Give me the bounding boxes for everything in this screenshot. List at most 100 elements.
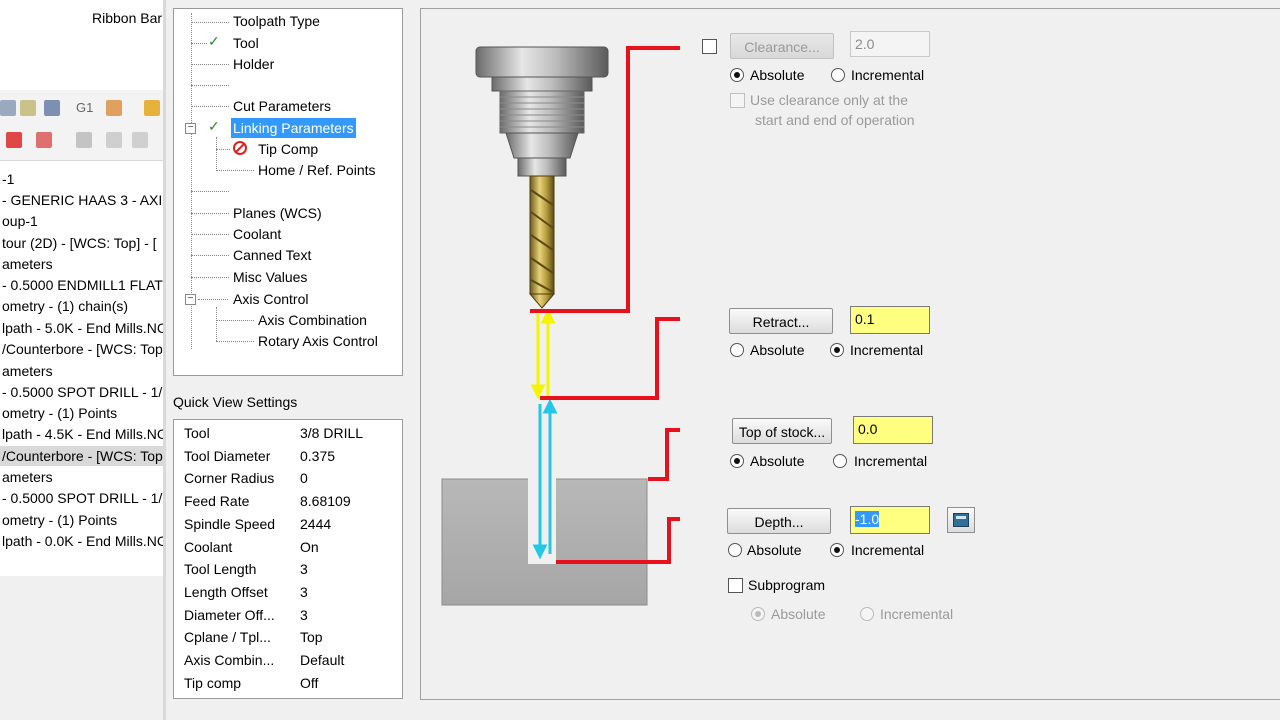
list-item[interactable]: ometry - (1) chain(s) — [0, 296, 163, 316]
depth-absolute-radio[interactable] — [728, 543, 742, 557]
qv-value: 3 — [300, 561, 308, 577]
qv-key: Tool Diameter — [184, 448, 271, 464]
tree-item-linking-parameters[interactable]: Linking Parameters — [231, 118, 356, 138]
tree-line — [191, 64, 229, 65]
tool-holder — [475, 46, 609, 177]
depth-input[interactable]: -1.0 — [850, 506, 930, 534]
toolbar-g1-icon[interactable]: G1 — [76, 100, 93, 115]
retract-absolute-radio[interactable] — [730, 343, 744, 357]
tree-item-axis-combination[interactable]: Axis Combination — [258, 310, 367, 330]
tree-item-tip-comp[interactable]: Tip Comp — [258, 139, 318, 159]
retract-incremental-radio[interactable] — [830, 343, 844, 357]
tree-line — [216, 137, 217, 169]
list-item[interactable]: ameters — [0, 361, 163, 381]
subprogram-absolute-radio[interactable] — [751, 607, 765, 621]
background-toolbar: G1 — [0, 90, 163, 161]
toolbar-red-left-icon[interactable] — [6, 132, 22, 148]
toolbar-sort-icon[interactable] — [36, 132, 52, 148]
tree-item-misc-values[interactable]: Misc Values — [233, 267, 307, 287]
tree-item-holder[interactable]: Holder — [233, 54, 274, 74]
quick-view-title: Quick View Settings — [173, 394, 298, 410]
toolbar-select-icon[interactable] — [76, 132, 92, 148]
qv-value: Top — [300, 629, 323, 645]
tree-item-home-ref-points[interactable]: Home / Ref. Points — [258, 160, 376, 180]
toolbar-tool-icon[interactable] — [0, 100, 16, 116]
clearance-button[interactable]: Clearance... — [730, 33, 834, 59]
tree-item-cut-parameters[interactable]: Cut Parameters — [233, 96, 331, 116]
prohibited-icon — [233, 141, 247, 155]
collapse-icon[interactable]: − — [185, 294, 196, 305]
tree-line — [191, 255, 229, 256]
toolbar-copy-icon[interactable] — [106, 132, 122, 148]
list-item[interactable]: oup-1 — [0, 211, 163, 231]
depth-input-value: -1.0 — [855, 511, 880, 527]
list-item[interactable]: lpath - 5.0K - End Mills.NC — [0, 318, 163, 338]
retract-button[interactable]: Retract... — [729, 308, 833, 334]
top-of-stock-button[interactable]: Top of stock... — [732, 418, 832, 444]
retract-incremental-label: Incremental — [850, 342, 924, 358]
tree-item-toolpath-type[interactable]: Toolpath Type — [233, 11, 320, 31]
clearance-incremental-radio[interactable] — [831, 68, 845, 82]
qv-value: 3/8 DRILL — [300, 425, 364, 441]
collapse-icon[interactable]: − — [185, 123, 196, 134]
list-item-selected[interactable]: /Counterbore - [WCS: Top — [0, 446, 163, 466]
tree-item-tool[interactable]: Tool — [233, 33, 259, 53]
tree-line — [191, 106, 229, 107]
qv-key: Axis Combin... — [184, 652, 275, 668]
tree-line — [191, 191, 229, 192]
qv-key: Diameter Off... — [184, 607, 275, 623]
toolbar-grid-icon[interactable] — [44, 100, 60, 116]
check-icon: ✓ — [208, 118, 220, 134]
clearance-absolute-radio[interactable] — [730, 68, 744, 82]
quick-view-table: Tool 3/8 DRILL Tool Diameter 0.375 Corne… — [173, 419, 403, 699]
retract-input[interactable]: 0.1 — [850, 306, 930, 334]
list-item[interactable]: /Counterbore - [WCS: Top — [0, 339, 163, 359]
depth-incremental-radio[interactable] — [830, 543, 844, 557]
subprogram-checkbox[interactable] — [728, 578, 743, 593]
depth-incremental-label: Incremental — [851, 542, 925, 558]
clearance-input[interactable]: 2.0 — [850, 31, 930, 57]
qv-key: Length Offset — [184, 584, 268, 600]
subprogram-incremental-radio[interactable] — [860, 607, 874, 621]
toolbar-pen-icon[interactable] — [144, 100, 160, 116]
list-item[interactable]: tour (2D) - [WCS: Top] - [ — [0, 233, 163, 253]
list-item[interactable]: - 0.5000 SPOT DRILL - 1/ — [0, 488, 163, 508]
list-item[interactable]: lpath - 4.5K - End Mills.NC — [0, 424, 163, 444]
list-item[interactable]: ometry - (1) Points — [0, 510, 163, 530]
list-item[interactable]: ameters — [0, 467, 163, 487]
list-item[interactable]: - GENERIC HAAS 3 - AXIS — [0, 190, 163, 210]
list-item[interactable]: - 0.5000 ENDMILL1 FLAT — [0, 275, 163, 295]
tree-item-coolant[interactable]: Coolant — [233, 224, 281, 244]
top-of-stock-absolute-radio[interactable] — [730, 454, 744, 468]
use-clearance-checkbox[interactable] — [730, 93, 745, 108]
tree-line — [191, 277, 229, 278]
toolbar-wrench-icon[interactable] — [20, 100, 36, 116]
top-of-stock-incremental-radio[interactable] — [833, 454, 847, 468]
qv-value: 3 — [300, 607, 308, 623]
subprogram-incremental-label: Incremental — [880, 606, 954, 622]
clearance-checkbox[interactable] — [702, 39, 717, 54]
list-item[interactable]: ameters — [0, 254, 163, 274]
qv-key: Tool — [184, 425, 210, 441]
list-item[interactable]: ometry - (1) Points — [0, 403, 163, 423]
list-item[interactable]: - 0.5000 SPOT DRILL - 1/ — [0, 382, 163, 402]
top-of-stock-input[interactable]: 0.0 — [853, 416, 933, 444]
stock-block — [441, 476, 648, 606]
tree-item-axis-control[interactable]: Axis Control — [233, 289, 308, 309]
clearance-absolute-label: Absolute — [750, 67, 805, 83]
calculator-button[interactable] — [947, 507, 975, 533]
qv-value: 2444 — [300, 516, 332, 532]
use-clearance-label-line2: start and end of operation — [755, 112, 915, 128]
toolbar-step-icon[interactable] — [132, 132, 148, 148]
top-of-stock-incremental-label: Incremental — [854, 453, 928, 469]
tree-line — [198, 299, 228, 300]
depth-button[interactable]: Depth... — [727, 508, 831, 534]
list-item[interactable]: -1 — [0, 169, 163, 189]
tree-item-canned-text[interactable]: Canned Text — [233, 245, 311, 265]
toolbar-arrow-icon[interactable] — [106, 100, 122, 116]
tree-item-rotary-axis-control[interactable]: Rotary Axis Control — [258, 331, 378, 351]
tree-item-planes[interactable]: Planes (WCS) — [233, 203, 322, 223]
qv-key: Coolant — [184, 539, 233, 555]
list-item[interactable]: lpath - 0.0K - End Mills.NC — [0, 531, 163, 551]
retract-absolute-label: Absolute — [750, 342, 805, 358]
